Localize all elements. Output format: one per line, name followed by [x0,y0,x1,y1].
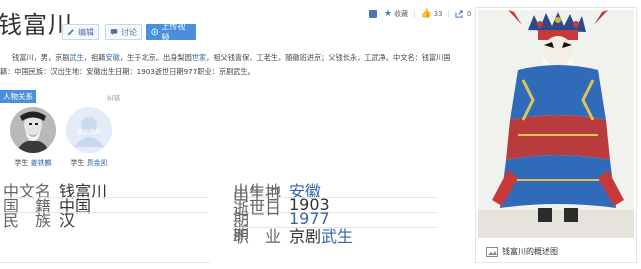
info-value: 汉 [59,210,76,230]
comment-icon [110,29,118,36]
summary-photo[interactable] [478,10,634,238]
relation-caption: 学生 姜铁麟 [8,158,58,168]
info-row: 职 业 京剧 武生 [233,227,353,246]
summary-part: ，生于北京。出身梨园 [119,53,192,62]
summary-link-shijia[interactable]: 世家 [192,53,206,62]
stats-bar: ★ 收藏 | 👍 33 | 0 [369,9,471,19]
play-circle-icon [151,28,159,36]
discuss-button[interactable]: 讨论 [105,24,142,40]
info-label: 民 族 [3,210,52,230]
summary-image-card[interactable]: 钱富川的概述图 [475,7,637,263]
relation-role: 学生 [70,159,85,167]
summary-part: ，祖籍 [83,53,106,62]
summary-part: 钱富川，男，京剧 [12,53,70,62]
relation-name-link[interactable]: 贯金凯 [87,159,108,167]
avatar[interactable]: 暂无图片 [66,107,112,153]
star-icon[interactable]: ★ [384,9,392,19]
photo-caption[interactable]: 钱富川的概述图 [486,246,558,257]
summary-link-wusheng[interactable]: 武生 [70,53,84,62]
placeholder-text: 暂无图片 [76,129,101,136]
upload-video-button-label: 上传视频 [161,22,186,42]
plus-icon[interactable] [369,10,377,18]
upload-video-button[interactable]: 上传视频 [146,22,196,42]
divider [0,262,210,263]
opera-costume-photo [478,10,634,238]
portrait-photo [10,107,56,153]
relation-role: 学生 [14,159,29,167]
summary-text: 钱富川，男，京剧武生，祖籍安徽，生于北京。出身梨园世家，祖父钱喜保，工老生，随徽… [0,51,462,79]
info-value-link[interactable]: 武生 [321,223,353,247]
avatar[interactable] [10,107,56,153]
share-icon[interactable] [455,10,464,18]
like-count: 33 [433,10,443,18]
correct-link[interactable]: 纠错 [107,92,120,102]
relations-tab[interactable]: 人物关系 [0,90,36,103]
discuss-button-label: 讨论 [121,27,137,37]
photo-caption-text: 钱富川的概述图 [502,247,558,256]
divider: | [447,10,450,18]
edit-button-label: 编辑 [78,27,94,37]
summary-link-anhui[interactable]: 安徽 [105,53,119,62]
gallery-icon [486,246,498,257]
relation-name-link[interactable]: 姜铁麟 [31,159,52,167]
pencil-icon [67,29,74,36]
relation-person[interactable]: 学生 姜铁麟 [8,107,58,168]
relation-person[interactable]: 暂无图片 学生 贯金凯 [64,107,114,168]
info-row: 民 族 汉 [3,211,75,230]
share-count: 0 [466,10,472,18]
thumbs-up-icon[interactable]: 👍 [420,9,431,19]
divider: | [413,10,416,18]
info-value: 京剧 [289,226,322,246]
collect-label[interactable]: 收藏 [394,9,408,19]
relation-caption: 学生 贯金凯 [64,158,114,168]
info-label: 职 业 [233,226,282,246]
edit-button[interactable]: 编辑 [62,24,99,40]
